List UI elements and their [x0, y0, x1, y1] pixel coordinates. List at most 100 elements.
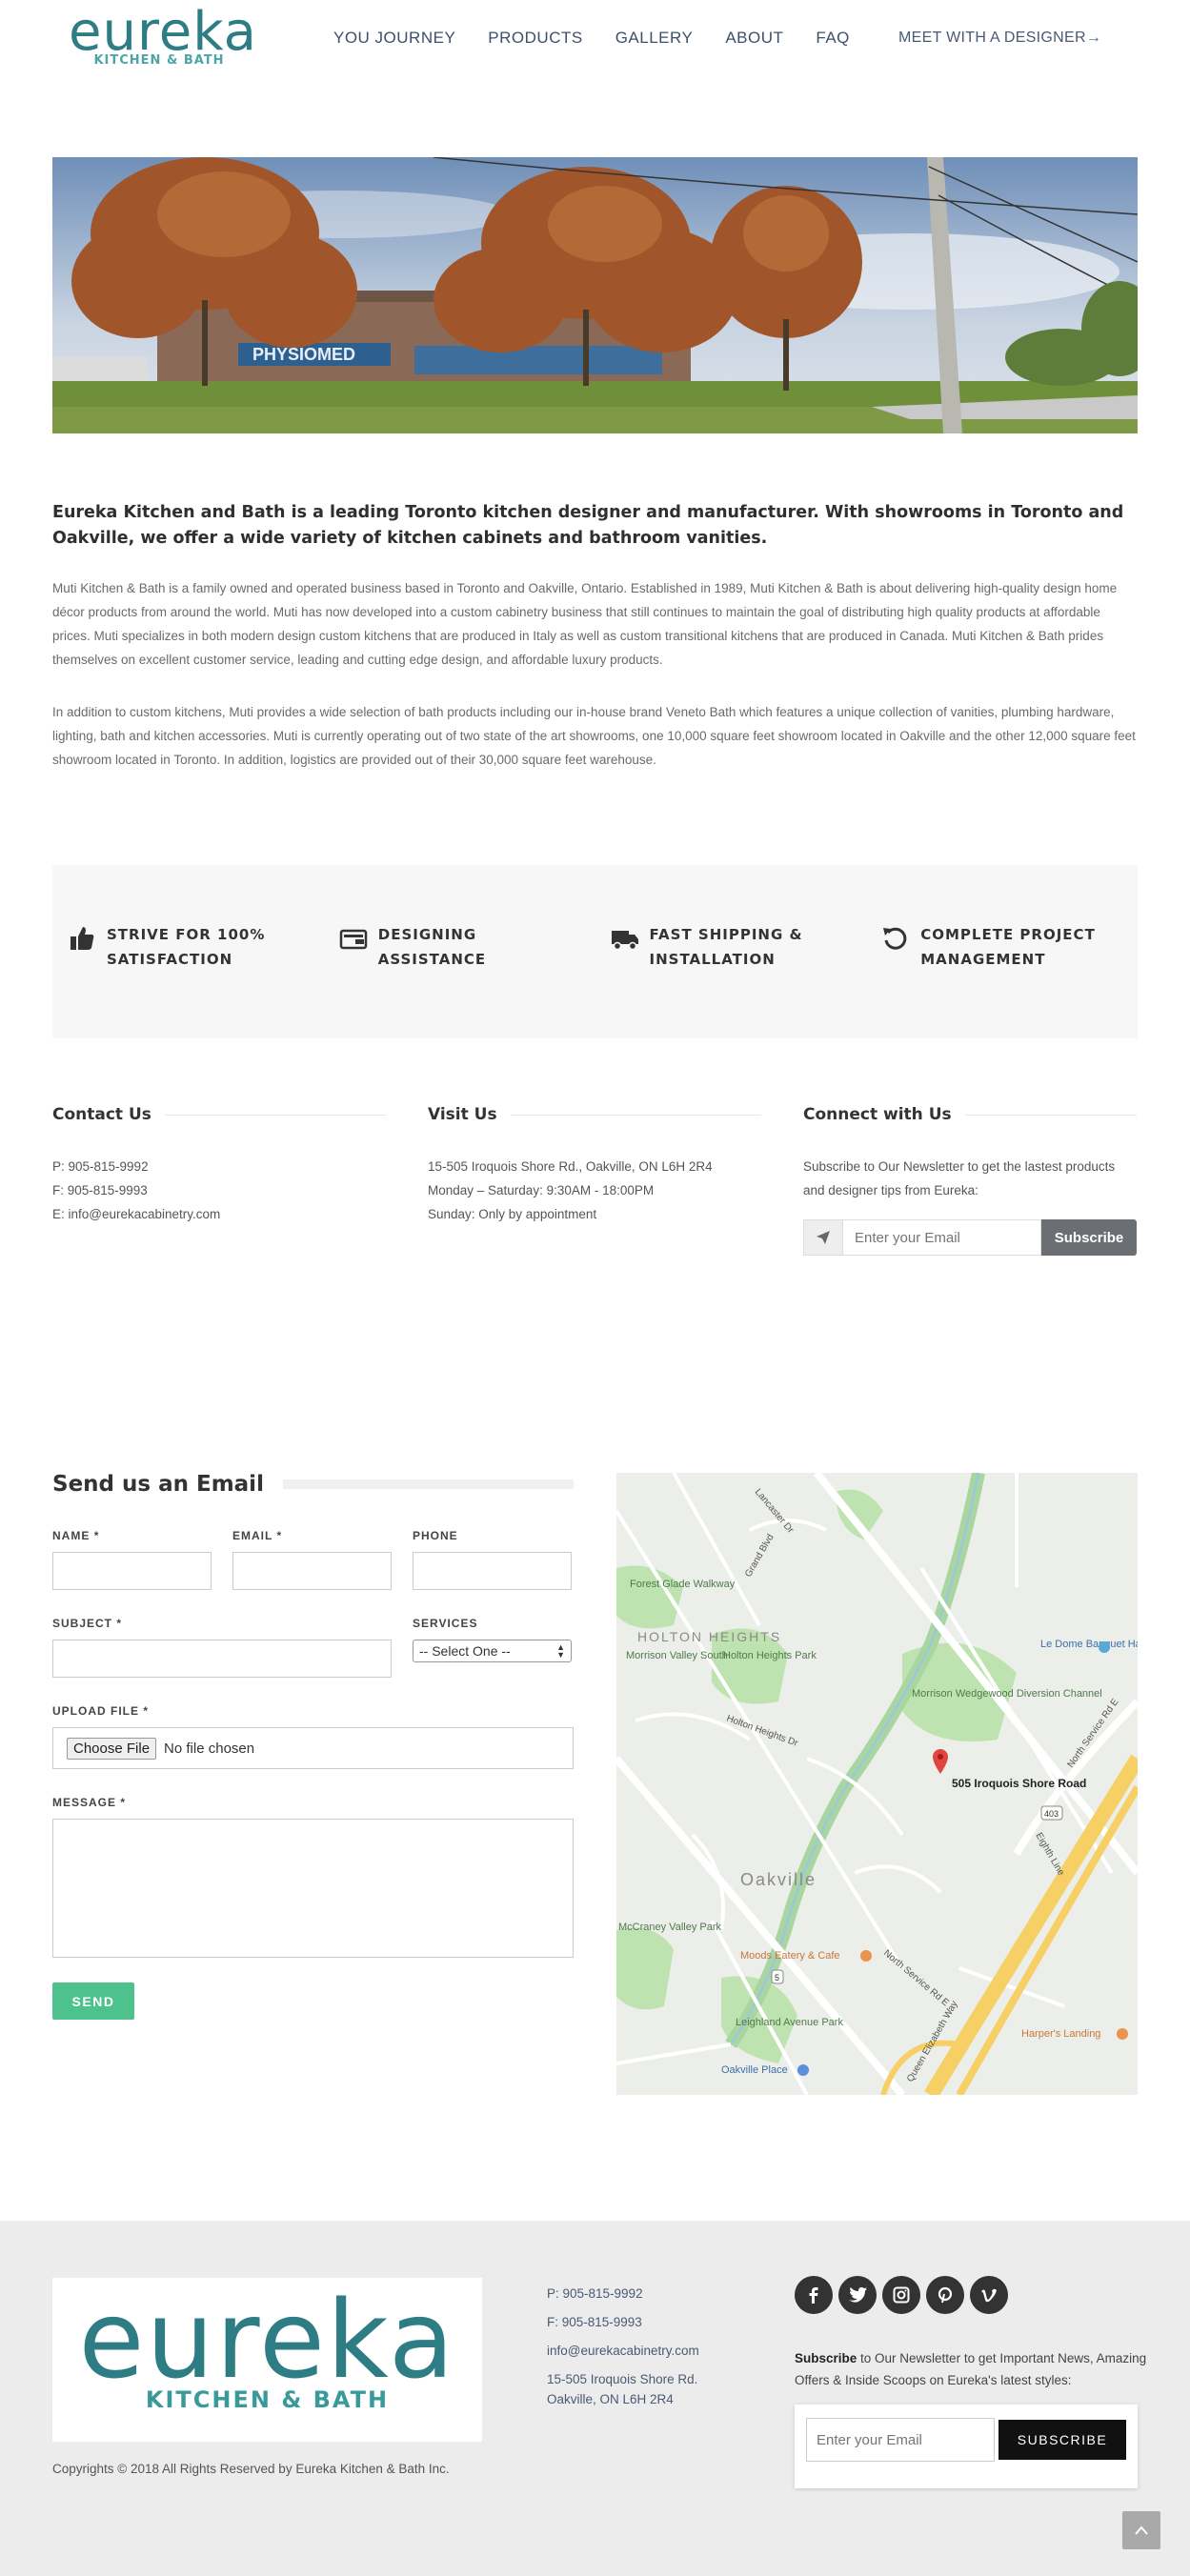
nav-item-gallery[interactable]: GALLERY — [615, 29, 694, 48]
message-textarea[interactable] — [52, 1819, 574, 1958]
intro-lead: Eureka Kitchen and Bath is a leading Tor… — [52, 503, 1124, 548]
vimeo-icon[interactable] — [970, 2276, 1008, 2314]
footer-fax: F: 905-815-9993 — [547, 2315, 642, 2329]
footer-subscribe-button[interactable]: SUBSCRIBE — [998, 2420, 1126, 2460]
footer-address: 15-505 Iroquois Shore Rd. Oakville, ON L… — [547, 2372, 698, 2406]
map-label-oakville: Oakville — [740, 1870, 817, 1889]
site-header: eureka KITCHEN & BATH YOU JOURNEY PRODUC… — [0, 0, 1190, 86]
name-field[interactable] — [52, 1552, 212, 1590]
nav-item-about[interactable]: ABOUT — [725, 29, 783, 48]
showroom-photo-graphic: PHYSIOMED — [52, 157, 1138, 433]
meet-designer-link[interactable]: MEET WITH A DESIGNER→ — [898, 30, 1101, 47]
newsletter-email-input[interactable] — [843, 1219, 1041, 1256]
chevron-up-icon — [1135, 2526, 1148, 2535]
phone-field[interactable] — [413, 1552, 572, 1590]
map-label-hwy-small: 5 — [775, 1973, 779, 1982]
connect-column: Connect with Us Subscribe to Our Newslet… — [803, 1105, 1137, 1256]
logo-wordmark: eureka — [69, 1, 257, 63]
visit-address: 15-505 Iroquois Shore Rd., Oakville, ON … — [428, 1159, 713, 1174]
contact-title: Contact Us — [52, 1105, 386, 1124]
site-footer: eureka KITCHEN & BATH Copyrights © 2018 … — [0, 2221, 1190, 2576]
subject-field[interactable] — [52, 1640, 392, 1678]
phone-group: PHONE — [413, 1529, 572, 1590]
services-label: SERVICES — [413, 1617, 478, 1630]
footer-email[interactable]: info@eurekacabinetry.com — [547, 2337, 699, 2365]
footer-newsletter-input[interactable] — [806, 2418, 995, 2462]
upload-group: UPLOAD FILE * Choose File No file chosen — [52, 1704, 574, 1769]
map-label-le-dome: Le Dome Banquet Halls Inc — [1040, 1639, 1138, 1650]
features-strip: STRIVE FOR 100% SATISFACTION DESIGNING A… — [52, 865, 1138, 1038]
paper-plane-icon — [803, 1219, 843, 1256]
map-label-moods: Moods Eatery & Cafe — [740, 1950, 840, 1962]
footer-contact: P: 905-815-9992 F: 905-815-9993 info@eur… — [547, 2280, 699, 2409]
choose-file-button[interactable]: Choose File — [67, 1737, 157, 1760]
moods-pin-icon — [860, 1950, 872, 1962]
form-title: Send us an Email — [52, 1472, 574, 1497]
site-logo[interactable]: eureka KITCHEN & BATH — [69, 1, 257, 69]
twitter-icon[interactable] — [838, 2276, 877, 2314]
footer-phone[interactable]: P: 905-815-9992 — [547, 2280, 699, 2308]
showroom-photo: PHYSIOMED — [52, 157, 1138, 433]
feature-project-management: COMPLETE PROJECT MANAGEMENT — [866, 865, 1138, 1038]
nav-item-journey[interactable]: YOU JOURNEY — [333, 29, 455, 48]
facebook-icon[interactable] — [795, 2276, 833, 2314]
newsletter-form: Subscribe — [803, 1219, 1137, 1256]
email-group: EMAIL * — [232, 1529, 392, 1590]
map-pin-label: 505 Iroquois Shore Road — [952, 1777, 1086, 1790]
oakville-place-pin-icon — [797, 2064, 809, 2076]
info-columns: Contact Us P: 905-815-9992 F: 905-815-99… — [52, 1105, 1138, 1256]
contact-form: Send us an Email NAME * EMAIL * PHONE SU… — [52, 1472, 574, 2020]
intro-paragraph-2: In addition to custom kitchens, Muti pro… — [52, 705, 1136, 767]
services-group: SERVICES -- Select One -- ▲ ▼ — [413, 1617, 572, 1678]
footer-logo-wordmark: eureka — [78, 2279, 456, 2403]
thumbs-up-icon — [71, 927, 94, 950]
intro-section: Eureka Kitchen and Bath is a leading Tor… — [52, 500, 1138, 772]
feature-label: DESIGNING ASSISTANCE — [377, 926, 487, 968]
footer-newsletter-text: Subscribe to Our Newsletter to get Impor… — [795, 2351, 1147, 2387]
email-field[interactable] — [232, 1552, 392, 1590]
phone-label: PHONE — [413, 1529, 458, 1542]
visit-title: Visit Us — [428, 1105, 761, 1124]
contact-email[interactable]: E: info@eurekacabinetry.com — [52, 1202, 386, 1226]
wallet-icon — [339, 929, 367, 950]
location-map[interactable]: Forest Glade Walkway Morrison Valley Sou… — [616, 1473, 1138, 2095]
contact-phone[interactable]: P: 905-815-9992 — [52, 1155, 386, 1178]
visit-column: Visit Us 15-505 Iroquois Shore Rd., Oakv… — [428, 1105, 761, 1256]
logo-subtitle: KITCHEN & BATH — [93, 53, 225, 68]
nav-item-products[interactable]: PRODUCTS — [488, 29, 582, 48]
contact-column: Contact Us P: 905-815-9992 F: 905-815-99… — [52, 1105, 386, 1256]
map-label-morrison-valley: Morrison Valley South — [626, 1650, 728, 1661]
le-dome-pin-icon — [1099, 1641, 1110, 1653]
map-label-hwy: 403 — [1044, 1809, 1059, 1819]
subject-label: SUBJECT * — [52, 1617, 123, 1630]
pinterest-icon[interactable] — [926, 2276, 964, 2314]
subject-group: SUBJECT * — [52, 1617, 392, 1678]
map-label-holton-park: Holton Heights Park — [723, 1650, 817, 1661]
name-label: NAME * — [52, 1529, 100, 1542]
map-label-oakville-place: Oakville Place — [721, 2064, 788, 2076]
name-group: NAME * — [52, 1529, 212, 1590]
newsletter-subscribe-button[interactable]: Subscribe — [1041, 1219, 1137, 1256]
connect-text: Subscribe to Our Newsletter to get the l… — [803, 1159, 1116, 1197]
services-selected-value: -- Select One -- — [419, 1643, 511, 1659]
connect-title: Connect with Us — [803, 1105, 1137, 1124]
copyright-text: Copyrights © 2018 All Rights Reserved by… — [52, 2462, 450, 2476]
back-to-top-button[interactable] — [1122, 2511, 1160, 2549]
map-label-holton-heights: HOLTON HEIGHTS — [637, 1629, 781, 1644]
services-select[interactable]: -- Select One -- ▲ ▼ — [413, 1640, 572, 1662]
message-group: MESSAGE * — [52, 1796, 574, 1958]
footer-newsletter-form: SUBSCRIBE — [795, 2405, 1138, 2488]
intro-paragraph-1: Muti Kitchen & Bath is a family owned an… — [52, 581, 1118, 667]
instagram-icon[interactable] — [882, 2276, 920, 2314]
nav-item-faq[interactable]: FAQ — [816, 29, 850, 48]
map-graphic: Forest Glade Walkway Morrison Valley Sou… — [616, 1473, 1138, 2095]
harpers-pin-icon — [1117, 2028, 1128, 2040]
visit-hours-sunday: Sunday: Only by appointment — [428, 1207, 597, 1221]
upload-label: UPLOAD FILE * — [52, 1704, 150, 1718]
send-button[interactable]: SEND — [52, 1982, 134, 2020]
feature-design-assistance: DESIGNING ASSISTANCE — [324, 865, 595, 1038]
upload-field: Choose File No file chosen — [52, 1727, 574, 1769]
sign-text: PHYSIOMED — [252, 345, 355, 364]
map-label-mccraney: McCraney Valley Park — [618, 1922, 721, 1933]
footer-logo[interactable]: eureka KITCHEN & BATH — [52, 2278, 482, 2442]
